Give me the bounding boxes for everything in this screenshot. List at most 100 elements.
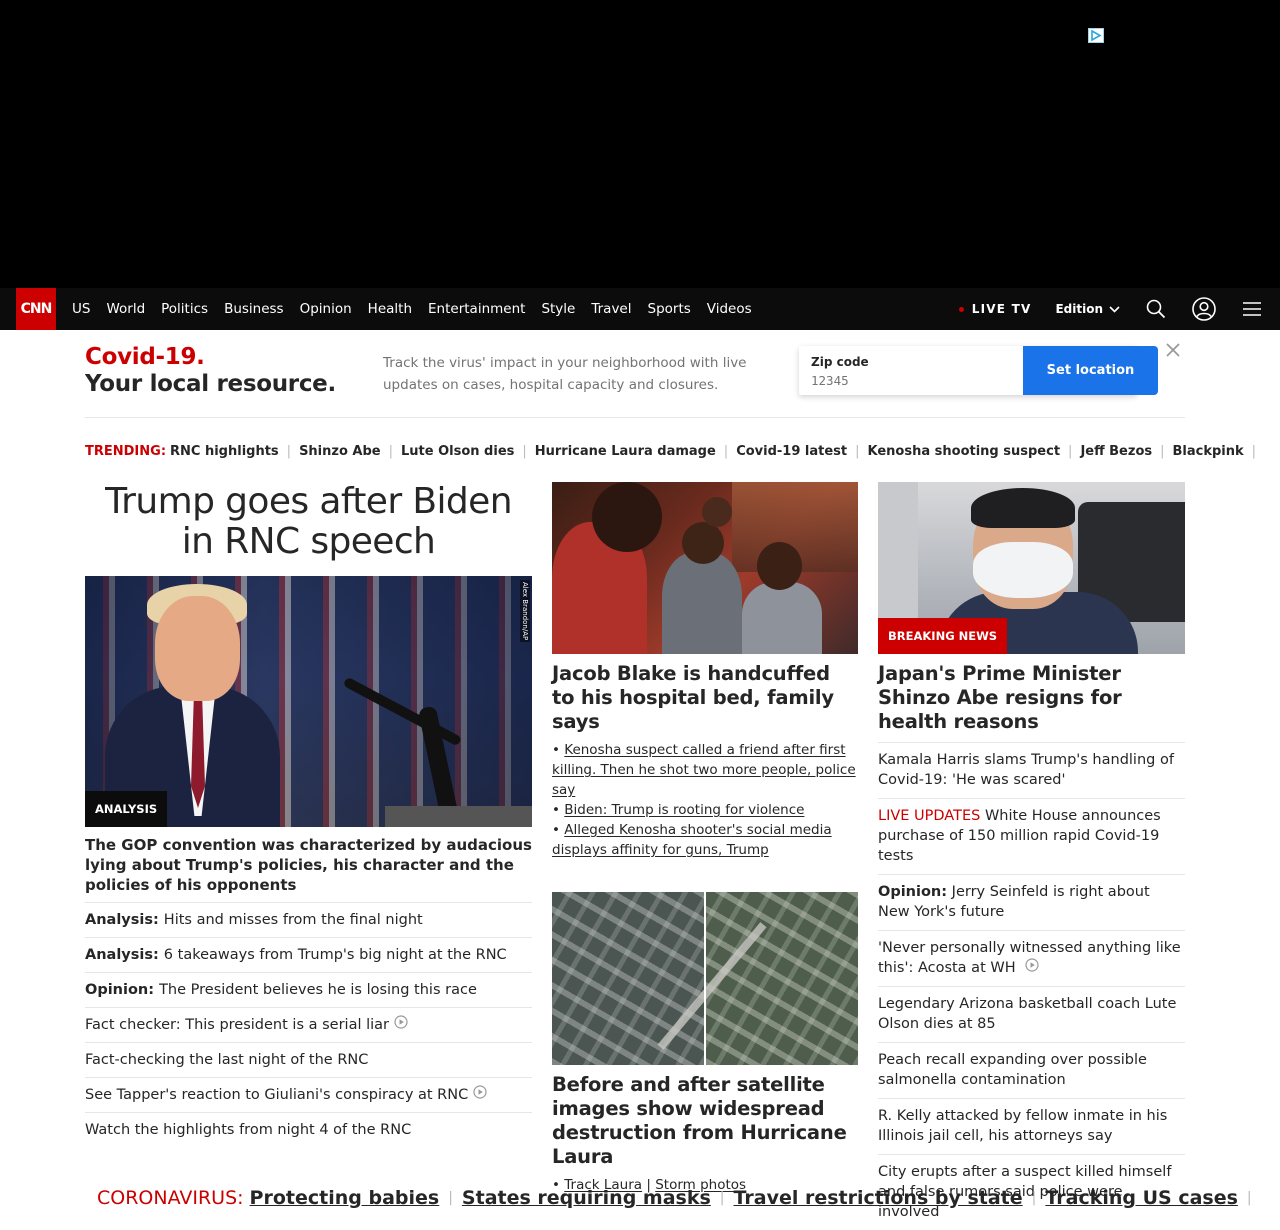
middle-column: Jacob Blake is handcuffed to his hospita… — [552, 482, 858, 1195]
nav-link-health[interactable]: Health — [360, 301, 420, 317]
item-text: Watch the highlights from night 4 of the… — [85, 1122, 412, 1138]
trending-item[interactable]: Jeff Bezos — [1080, 444, 1152, 459]
lead-image[interactable]: Alex Brandon/AP ANALYSIS — [85, 576, 532, 827]
zip-code-label: Zip code — [811, 355, 869, 369]
nav-link-entertainment[interactable]: Entertainment — [420, 301, 533, 317]
breaking-news-tag: BREAKING NEWS — [878, 618, 1008, 654]
trending-item[interactable]: Hurricane Laura damage — [535, 444, 716, 459]
trending-item[interactable]: Kenosha shooting suspect — [868, 444, 1061, 459]
trending-item[interactable]: Covid-19 latest — [736, 444, 847, 459]
trending-item[interactable]: Shinzo Abe — [299, 444, 381, 459]
ad-banner[interactable] — [0, 0, 1280, 288]
nav-link-world[interactable]: World — [98, 301, 153, 317]
image-figure — [742, 582, 822, 654]
trending-separator: | — [855, 443, 860, 459]
list-item[interactable]: See Tapper's reaction to Giuliani's cons… — [85, 1078, 532, 1113]
trending-item[interactable]: Lute Olson dies — [401, 444, 514, 459]
trending-bar: TRENDING: RNC highlights | Shinzo Abe | Lu… — [85, 440, 1256, 462]
image-figure — [702, 497, 732, 527]
nav-link-sports[interactable]: Sports — [640, 301, 699, 317]
lead-column: Trump goes after Biden in RNC speech Ale… — [85, 478, 532, 1147]
nav-link-opinion[interactable]: Opinion — [292, 301, 360, 317]
jacob-blake-headline[interactable]: Jacob Blake is handcuffed to his hospita… — [552, 662, 858, 734]
list-item[interactable]: Analysis: 6 takeaways from Trump's big n… — [85, 938, 532, 973]
item-prefix: Opinion: — [878, 884, 948, 900]
satellite-after — [706, 892, 858, 1065]
item-text: Hits and misses from the final night — [163, 912, 423, 928]
nav-link-business[interactable]: Business — [216, 301, 292, 317]
list-item[interactable]: Opinion: The President believes he is lo… — [85, 973, 532, 1008]
lead-subheadline[interactable]: The GOP convention was characterized by … — [85, 835, 532, 903]
search-icon[interactable] — [1144, 297, 1168, 321]
item-prefix: Opinion: — [85, 982, 155, 998]
list-item[interactable]: Analysis: Hits and misses from the final… — [85, 903, 532, 938]
play-icon — [473, 1085, 487, 1105]
right-column-list: Kamala Harris slams Trump's handling of … — [878, 743, 1185, 1230]
lead-headline[interactable]: Trump goes after Biden in RNC speech — [85, 478, 532, 562]
bullet-item: • Alleged Kenosha shooter's social media… — [552, 822, 832, 858]
bullet-link[interactable]: Kenosha suspect called a friend after fi… — [552, 742, 856, 798]
list-item[interactable]: LIVE UPDATES White House announces purch… — [878, 799, 1185, 875]
item-text: R. Kelly attacked by fellow inmate in hi… — [878, 1108, 1168, 1144]
bullet-link[interactable]: Biden: Trump is rooting for violence — [564, 802, 804, 818]
coronavirus-separator: | — [448, 1190, 453, 1206]
trending-item[interactable]: Blackpink — [1173, 444, 1244, 459]
coronavirus-separator: | — [719, 1190, 725, 1206]
cnn-logo[interactable]: CNN — [16, 288, 56, 330]
item-prefix: Analysis: — [85, 912, 159, 928]
set-location-button[interactable]: Set location — [1023, 346, 1158, 395]
shinzo-abe-image[interactable]: BREAKING NEWS — [878, 482, 1185, 654]
list-item[interactable]: Watch the highlights from night 4 of the… — [85, 1113, 532, 1147]
list-item[interactable]: Opinion: Jerry Seinfeld is right about N… — [878, 875, 1185, 931]
play-icon — [1025, 958, 1039, 978]
item-text: See Tapper's reaction to Giuliani's cons… — [85, 1087, 469, 1103]
jacob-blake-image[interactable] — [552, 482, 858, 654]
list-item[interactable]: 'Never personally witnessed anything lik… — [878, 931, 1185, 987]
coronavirus-separator: | — [1246, 1190, 1252, 1206]
live-tv-link[interactable]: LIVE TV — [958, 302, 1032, 316]
trending-item[interactable]: RNC highlights — [170, 444, 279, 459]
hurricane-laura-image[interactable] — [552, 892, 858, 1065]
zip-code-input[interactable] — [811, 373, 1011, 388]
nav-right: LIVE TV Edition — [958, 288, 1280, 330]
list-item[interactable]: Fact-checking the last night of the RNC — [85, 1043, 532, 1078]
item-prefix: Analysis: — [85, 947, 159, 963]
live-tv-label: LIVE TV — [971, 302, 1032, 316]
list-item[interactable]: Peach recall expanding over possible sal… — [878, 1043, 1185, 1099]
edition-label: Edition — [1055, 302, 1103, 316]
covid-title-red: Covid-19. — [85, 344, 205, 370]
list-item[interactable]: Kamala Harris slams Trump's handling of … — [878, 743, 1185, 799]
trending-separator: | — [286, 443, 292, 459]
shinzo-abe-headline[interactable]: Japan's Prime Minister Shinzo Abe resign… — [878, 662, 1185, 743]
trending-separator: | — [723, 443, 729, 459]
top-nav: CNN US World Politics Business Opinion H… — [0, 288, 1280, 330]
list-item[interactable]: R. Kelly attacked by fellow inmate in hi… — [878, 1099, 1185, 1155]
bullet-item: • Biden: Trump is rooting for violence — [552, 802, 805, 818]
chevron-down-icon — [1109, 302, 1120, 316]
covid-title-dark: Your local resource. — [85, 371, 336, 397]
trending-separator: | — [388, 443, 393, 459]
nav-link-style[interactable]: Style — [533, 301, 583, 317]
before-after-divider — [704, 892, 706, 1065]
live-updates-label: LIVE UPDATES — [878, 808, 981, 824]
close-icon[interactable] — [1165, 342, 1181, 358]
edition-selector[interactable]: Edition — [1055, 302, 1120, 316]
account-icon[interactable] — [1192, 297, 1216, 321]
menu-icon[interactable] — [1240, 297, 1264, 321]
nav-link-videos[interactable]: Videos — [699, 301, 760, 317]
covid-banner: Covid-19. Your local resource. Track the… — [85, 330, 1185, 418]
item-text: Fact-checking the last night of the RNC — [85, 1052, 369, 1068]
image-figure — [662, 552, 742, 654]
list-item[interactable]: Legendary Arizona basketball coach Lute … — [878, 987, 1185, 1043]
nav-link-us[interactable]: US — [64, 301, 98, 317]
adchoices-icon[interactable] — [1088, 28, 1104, 43]
hurricane-laura-headline[interactable]: Before and after satellite images show w… — [552, 1073, 858, 1169]
right-column: BREAKING NEWS Japan's Prime Minister Shi… — [878, 482, 1185, 1230]
bullet-link[interactable]: Alleged Kenosha shooter's social media d… — [552, 822, 832, 858]
covid-title: Covid-19. Your local resource. — [85, 344, 336, 398]
image-figure-hair — [971, 488, 1075, 528]
nav-link-travel[interactable]: Travel — [583, 301, 639, 317]
nav-link-politics[interactable]: Politics — [153, 301, 216, 317]
item-text: 6 takeaways from Trump's big night at th… — [163, 947, 507, 963]
list-item[interactable]: Fact checker: This president is a serial… — [85, 1008, 532, 1043]
